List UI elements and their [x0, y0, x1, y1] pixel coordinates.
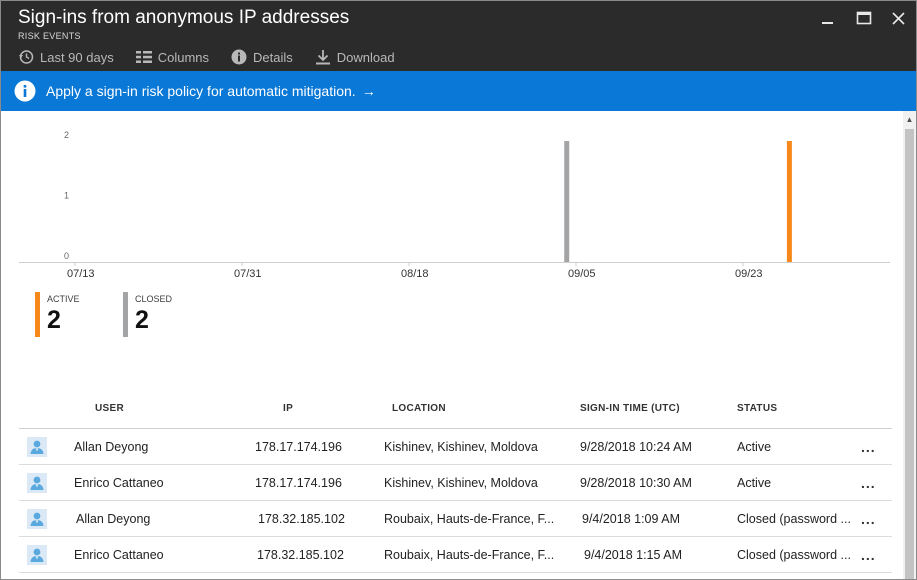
more-options-button[interactable]: ... [861, 547, 876, 563]
blade-window: Sign-ins from anonymous IP addresses RIS… [0, 0, 917, 580]
table-header: USER IP LOCATION SIGN-IN TIME (UTC) STAT… [19, 393, 892, 429]
last-90-days-button[interactable]: Last 90 days [18, 49, 114, 65]
cell-sign-in-time: 9/4/2018 1:15 AM [584, 548, 682, 562]
cell-ip: 178.32.185.102 [258, 512, 345, 526]
close-button[interactable] [889, 9, 909, 29]
maximize-icon [856, 11, 872, 25]
banner-text: Apply a sign-in risk policy for automati… [46, 83, 356, 99]
user-avatar-icon [27, 509, 47, 529]
cell-location: Kishinev, Kishinev, Moldova [384, 476, 538, 490]
details-label: Details [253, 49, 293, 65]
download-label: Download [336, 49, 395, 65]
page-subtitle: RISK EVENTS [18, 31, 81, 41]
columns-label: Columns [157, 49, 210, 65]
x-tick-label: 09/05 [568, 268, 596, 280]
column-header-user[interactable]: USER [95, 403, 124, 414]
x-tick-label: 07/13 [67, 268, 95, 280]
columns-button[interactable]: Columns [135, 49, 210, 65]
minimize-button[interactable] [818, 9, 838, 29]
cell-user: Allan Deyong [76, 512, 151, 526]
more-options-button[interactable]: ... [861, 439, 876, 455]
cell-ip: 178.17.174.196 [255, 440, 342, 454]
column-header-location[interactable]: LOCATION [392, 403, 446, 414]
last-90-days-label: Last 90 days [40, 49, 114, 65]
cell-status: Active [737, 476, 772, 490]
scroll-up-arrow-icon[interactable]: ▲ [903, 114, 916, 126]
bar-active[interactable] [786, 141, 792, 262]
close-icon [892, 12, 905, 25]
history-icon [19, 50, 34, 64]
column-header-status[interactable]: STATUS [737, 403, 777, 414]
cell-location: Roubaix, Hauts-de-France, F... [384, 548, 555, 562]
y-tick-label: 0 [64, 251, 69, 261]
x-tick-label: 07/31 [234, 268, 262, 280]
page-title: Sign-ins from anonymous IP addresses [18, 7, 350, 28]
cell-location: Roubaix, Hauts-de-France, F... [384, 512, 555, 526]
download-icon [315, 50, 330, 65]
cell-sign-in-time: 9/28/2018 10:24 AM [580, 440, 692, 454]
table-body: Allan Deyong 178.17.174.196 Kishinev, Ki… [19, 429, 892, 573]
table-row[interactable]: Enrico Cattaneo 178.17.174.196 Kishinev,… [19, 465, 892, 501]
scrollbar-thumb[interactable] [905, 129, 914, 579]
column-header-ip[interactable]: IP [283, 403, 293, 414]
maximize-button[interactable] [854, 9, 874, 29]
cell-user: Enrico Cattaneo [74, 476, 164, 490]
cell-ip: 178.17.174.196 [255, 476, 342, 490]
active-label: ACTIVE [47, 294, 80, 304]
table-row[interactable]: Allan Deyong 178.32.185.102 Roubaix, Hau… [19, 501, 892, 537]
download-button[interactable]: Download [315, 49, 395, 65]
cell-status: Closed (password ... [737, 512, 851, 526]
y-tick-label: 1 [64, 191, 69, 201]
table-row[interactable]: Enrico Cattaneo 178.32.185.102 Roubaix, … [19, 537, 892, 573]
user-avatar-icon [27, 545, 47, 565]
active-count: 2 [47, 306, 61, 334]
cell-ip: 178.32.185.102 [257, 548, 344, 562]
active-color-bar [35, 292, 40, 337]
cell-user: Allan Deyong [74, 440, 149, 454]
columns-icon [135, 51, 152, 63]
x-tick-label: 09/23 [735, 268, 763, 280]
cell-location: Kishinev, Kishinev, Moldova [384, 440, 538, 454]
cell-sign-in-time: 9/4/2018 1:09 AM [582, 512, 680, 526]
risk-policy-banner[interactable]: Apply a sign-in risk policy for automati… [1, 71, 916, 111]
blade-header: Sign-ins from anonymous IP addresses RIS… [1, 1, 916, 71]
table-row[interactable]: Allan Deyong 178.17.174.196 Kishinev, Ki… [19, 429, 892, 465]
risk-events-chart: 0 1 2 07/13 07/31 08/18 09/05 09/23 [19, 121, 894, 286]
chart-canvas: 0 1 2 07/13 07/31 08/18 09/05 09/23 [19, 130, 890, 280]
y-tick-label: 2 [64, 130, 69, 140]
minimize-icon [822, 22, 833, 24]
user-avatar-icon [27, 437, 47, 457]
bar-closed[interactable] [564, 141, 570, 262]
cell-status: Closed (password ... [737, 548, 851, 562]
user-avatar-icon [27, 473, 47, 493]
info-icon [231, 49, 247, 65]
closed-count: 2 [135, 306, 149, 334]
more-options-button[interactable]: ... [861, 475, 876, 491]
active-summary[interactable]: ACTIVE 2 [35, 292, 80, 338]
more-options-button[interactable]: ... [861, 511, 876, 527]
info-circle-icon [14, 80, 36, 102]
closed-summary[interactable]: CLOSED 2 [123, 292, 172, 338]
details-button[interactable]: Details [231, 49, 293, 65]
x-tick-label: 08/18 [401, 268, 429, 280]
cell-status: Active [737, 440, 772, 454]
column-header-sign-in-time[interactable]: SIGN-IN TIME (UTC) [580, 403, 680, 414]
cell-user: Enrico Cattaneo [74, 548, 164, 562]
command-toolbar: Last 90 days Columns Details Download [18, 48, 417, 66]
risk-events-table: USER IP LOCATION SIGN-IN TIME (UTC) STAT… [19, 393, 892, 573]
cell-sign-in-time: 9/28/2018 10:30 AM [580, 476, 692, 490]
arrow-right-icon: → [361, 83, 376, 99]
closed-color-bar [123, 292, 128, 337]
closed-label: CLOSED [135, 294, 173, 304]
